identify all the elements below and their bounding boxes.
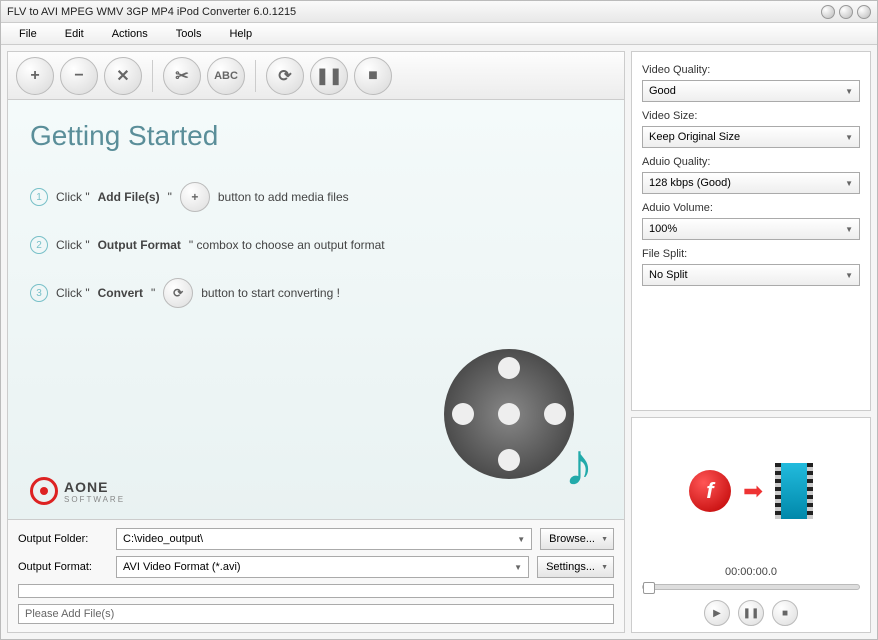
- minimize-button[interactable]: [821, 5, 835, 19]
- arrow-right-icon: ➡: [743, 477, 763, 506]
- menu-file[interactable]: File: [5, 26, 51, 42]
- step-1: 1 Click "Add File(s)" + button to add me…: [30, 182, 602, 212]
- scissors-icon: ✂: [175, 66, 188, 86]
- video-size-dropdown[interactable]: Keep Original Size: [642, 126, 860, 148]
- video-size-label: Video Size:: [642, 110, 860, 122]
- output-folder-field[interactable]: C:\video_output\: [116, 528, 532, 550]
- status-bar: Please Add File(s): [18, 604, 614, 624]
- film-reel-graphic: ♪: [434, 339, 594, 499]
- rename-button[interactable]: ABC: [207, 57, 245, 95]
- output-format-field[interactable]: AVI Video Format (*.avi): [116, 556, 529, 578]
- step-3: 3 Click "Convert" ⟳ button to start conv…: [30, 278, 602, 308]
- music-note-icon: ♪: [564, 430, 594, 499]
- cut-button[interactable]: ✂: [163, 57, 201, 95]
- output-format-label: Output Format:: [18, 561, 108, 573]
- maximize-button[interactable]: [839, 5, 853, 19]
- menu-actions[interactable]: Actions: [98, 26, 162, 42]
- add-button[interactable]: +: [16, 57, 54, 95]
- pause-icon: ❚❚: [316, 66, 343, 86]
- menubar: File Edit Actions Tools Help: [1, 23, 877, 45]
- audio-quality-label: Aduio Quality:: [642, 156, 860, 168]
- browse-button[interactable]: Browse...: [540, 528, 614, 550]
- convert-button[interactable]: ⟳: [266, 57, 304, 95]
- menu-help[interactable]: Help: [215, 26, 266, 42]
- titlebar: FLV to AVI MPEG WMV 3GP MP4 iPod Convert…: [1, 1, 877, 23]
- time-display: 00:00:00.0: [632, 564, 870, 580]
- step-number-3: 3: [30, 284, 48, 302]
- remove-button[interactable]: −: [60, 57, 98, 95]
- aone-logo: AONESOFTWARE: [30, 477, 125, 505]
- refresh-icon: ⟳: [278, 66, 291, 86]
- audio-volume-label: Aduio Volume:: [642, 202, 860, 214]
- preview-panel: f ➡ 00:00:00.0 ▶ ❚❚ ■: [631, 417, 871, 633]
- stop-icon: ■: [782, 608, 788, 619]
- play-button[interactable]: ▶: [704, 600, 730, 626]
- seek-slider[interactable]: [642, 584, 860, 590]
- preview-canvas: f ➡: [632, 418, 870, 564]
- add-icon: +: [180, 182, 210, 212]
- pause-button[interactable]: ❚❚: [310, 57, 348, 95]
- preview-stop-button[interactable]: ■: [772, 600, 798, 626]
- step-2: 2 Click "Output Format" combox to choose…: [30, 236, 602, 254]
- preview-pause-button[interactable]: ❚❚: [738, 600, 764, 626]
- file-split-label: File Split:: [642, 248, 860, 260]
- close-button[interactable]: [857, 5, 871, 19]
- menu-tools[interactable]: Tools: [162, 26, 216, 42]
- getting-started-panel: Getting Started 1 Click "Add File(s)" + …: [8, 100, 624, 519]
- step-number-2: 2: [30, 236, 48, 254]
- logo-icon: [30, 477, 58, 505]
- convert-icon: ⟳: [163, 278, 193, 308]
- output-folder-label: Output Folder:: [18, 533, 108, 545]
- flash-icon: f: [689, 470, 731, 512]
- video-quality-dropdown[interactable]: Good: [642, 80, 860, 102]
- film-strip-icon: [775, 463, 813, 519]
- video-quality-label: Video Quality:: [642, 64, 860, 76]
- settings-button[interactable]: Settings...: [537, 556, 614, 578]
- clear-button[interactable]: ✕: [104, 57, 142, 95]
- stop-button[interactable]: ■: [354, 57, 392, 95]
- audio-volume-dropdown[interactable]: 100%: [642, 218, 860, 240]
- pause-icon: ❚❚: [743, 608, 760, 619]
- play-icon: ▶: [713, 608, 721, 619]
- settings-panel: Video Quality: Good Video Size: Keep Ori…: [631, 51, 871, 411]
- stop-icon: ■: [368, 67, 378, 85]
- progress-bar: [18, 584, 614, 598]
- menu-edit[interactable]: Edit: [51, 26, 98, 42]
- file-split-dropdown[interactable]: No Split: [642, 264, 860, 286]
- toolbar: + − ✕ ✂ ABC ⟳ ❚❚ ■: [8, 52, 624, 100]
- step-number-1: 1: [30, 188, 48, 206]
- getting-started-title: Getting Started: [30, 120, 602, 152]
- window-title: FLV to AVI MPEG WMV 3GP MP4 iPod Convert…: [7, 6, 821, 18]
- audio-quality-dropdown[interactable]: 128 kbps (Good): [642, 172, 860, 194]
